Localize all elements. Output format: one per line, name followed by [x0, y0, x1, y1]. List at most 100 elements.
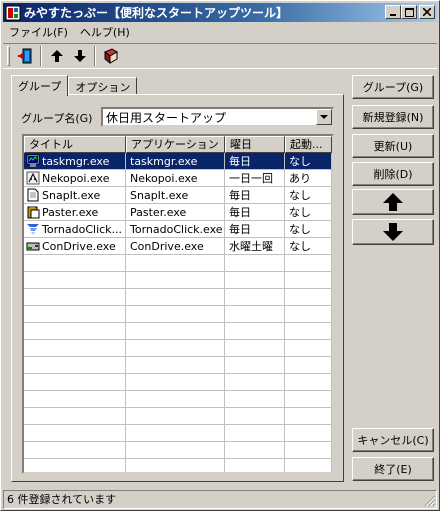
column-launch-header[interactable]: 起動... [285, 136, 332, 153]
group-name-value: 休日用スタートアップ [106, 110, 227, 125]
empty-row [24, 340, 332, 357]
up-arrow-icon [50, 50, 63, 62]
empty-row [24, 306, 332, 323]
move-up-toolbar-button[interactable] [45, 45, 68, 67]
exit-icon [17, 48, 31, 64]
resize-grip-icon[interactable] [424, 495, 436, 507]
new-register-button[interactable]: 新規登録(N) [352, 105, 434, 129]
cell-app: SnapIt.exe [126, 187, 225, 204]
maximize-button[interactable] [401, 5, 417, 19]
cell-app: taskmgr.exe [126, 153, 225, 170]
empty-row [24, 459, 332, 472]
group-name-select[interactable]: 休日用スタートアップ [101, 107, 334, 127]
list-header: タイトル アプリケーション 曜日 起動... [24, 136, 332, 153]
close-button[interactable] [419, 5, 435, 19]
tab-strip: グループ オプション [11, 75, 138, 96]
tab-group[interactable]: グループ [11, 75, 69, 96]
group-button[interactable]: グループ(G) [352, 75, 434, 99]
title-text: taskmgr.exe [42, 154, 110, 168]
dropdown-button[interactable] [316, 109, 332, 125]
startup-list[interactable]: タイトル アプリケーション 曜日 起動... taskmgr.exe taskmg… [22, 134, 334, 474]
delete-button[interactable]: 削除(D) [352, 162, 434, 186]
menu-file[interactable]: ファイル(F) [3, 24, 74, 40]
menu-bar: ファイル(F) ヘルプ(H) [3, 23, 437, 41]
table-row[interactable]: taskmgr.exe taskmgr.exe 毎日 なし [24, 153, 332, 170]
help-book-toolbar-button[interactable] [99, 45, 122, 67]
table-row[interactable]: ConDrive.exe ConDrive.exe 水曜土曜 なし [24, 238, 332, 255]
minimize-button[interactable] [385, 5, 401, 19]
empty-row [24, 323, 332, 340]
cell-app: Paster.exe [126, 204, 225, 221]
empty-row [24, 289, 332, 306]
table-row[interactable]: Nekopoi.exe Nekopoi.exe 一日一回 あり [24, 170, 332, 187]
tab-options[interactable]: オプション [68, 77, 138, 95]
close-icon [423, 8, 431, 16]
empty-row [24, 272, 332, 289]
toolbar-grip[interactable] [7, 46, 10, 66]
main-window: みやすたっぷー【便利なスタートアップツール】 ファイル(F) ヘルプ(H) グル… [0, 0, 440, 511]
title-text: SnapIt.exe [42, 188, 101, 202]
cell-title: taskmgr.exe [24, 153, 126, 170]
down-arrow-icon [383, 223, 403, 241]
book-icon [103, 48, 118, 65]
exit-button[interactable]: 終了(E) [352, 457, 434, 481]
status-bar: 6 件登録されています [3, 490, 437, 509]
empty-row [24, 255, 332, 272]
paste-icon [27, 206, 40, 219]
chevron-down-icon [320, 114, 328, 119]
cell-launch: なし [285, 153, 332, 170]
empty-row [24, 408, 332, 425]
cell-launch: なし [285, 204, 332, 221]
table-row[interactable]: Paster.exe Paster.exe 毎日 なし [24, 204, 332, 221]
window-title: みやすたっぷー【便利なスタートアップツール】 [24, 6, 289, 20]
cell-launch: なし [285, 238, 332, 255]
column-day-header[interactable]: 曜日 [225, 136, 285, 153]
cell-app: ConDrive.exe [126, 238, 225, 255]
cell-day: 水曜土曜 [225, 238, 285, 255]
column-title-header[interactable]: タイトル [24, 136, 126, 153]
down-arrow-icon [73, 50, 86, 62]
exit-toolbar-button[interactable] [14, 45, 37, 67]
cell-day: 毎日 [225, 187, 285, 204]
cell-title: SnapIt.exe [24, 187, 126, 204]
move-up-button[interactable] [352, 189, 434, 215]
cell-day: 毎日 [225, 153, 285, 170]
cat-icon [26, 171, 40, 185]
toolbar [3, 43, 437, 69]
table-row[interactable]: TornadoClick... TornadoClick.exe 毎日 なし [24, 221, 332, 238]
up-arrow-icon [383, 193, 403, 211]
empty-row [24, 357, 332, 374]
cell-title: ConDrive.exe [24, 238, 126, 255]
empty-row [24, 425, 332, 442]
cell-day: 毎日 [225, 221, 285, 238]
document-icon [27, 188, 39, 202]
app-icon[interactable] [5, 5, 21, 21]
move-down-button[interactable] [352, 219, 434, 245]
cell-launch: なし [285, 221, 332, 238]
cancel-button[interactable]: キャンセル(C) [352, 428, 434, 452]
move-down-toolbar-button[interactable] [68, 45, 91, 67]
task-manager-icon [26, 154, 40, 167]
cell-title: Paster.exe [24, 204, 126, 221]
column-app-header[interactable]: アプリケーション [126, 136, 225, 153]
update-button[interactable]: 更新(U) [352, 134, 434, 158]
empty-row [24, 374, 332, 391]
minimize-icon [390, 14, 396, 16]
cell-title: TornadoClick... [24, 221, 126, 238]
title-bar[interactable]: みやすたっぷー【便利なスタートアップツール】 [3, 3, 437, 22]
toolbar-separator [94, 46, 96, 66]
cell-app: TornadoClick.exe [126, 221, 225, 238]
maximize-icon [404, 7, 414, 17]
table-row[interactable]: SnapIt.exe SnapIt.exe 毎日 なし [24, 187, 332, 204]
empty-row [24, 442, 332, 459]
empty-row [24, 391, 332, 408]
title-text: Nekopoi.exe [42, 171, 110, 185]
cell-launch: あり [285, 170, 332, 187]
tornado-icon [27, 224, 39, 235]
title-text: ConDrive.exe [42, 239, 116, 253]
cell-day: 毎日 [225, 204, 285, 221]
list-body: taskmgr.exe taskmgr.exe 毎日 なし Nekopoi.exe Nek… [24, 153, 332, 472]
menu-help[interactable]: ヘルプ(H) [74, 24, 136, 40]
title-text: Paster.exe [42, 205, 99, 219]
cell-title: Nekopoi.exe [24, 170, 126, 187]
